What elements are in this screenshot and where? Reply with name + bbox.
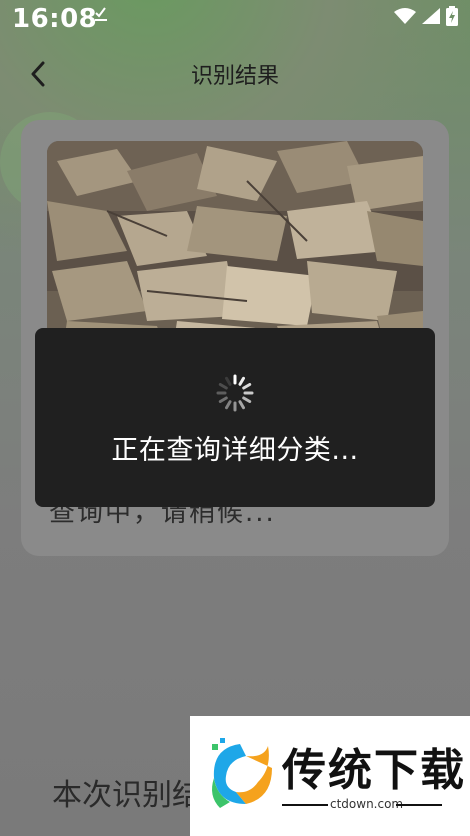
- status-bar: 16:08: [0, 0, 470, 42]
- nav-bar: 识别结果: [0, 48, 470, 98]
- battery-icon: [446, 6, 458, 30]
- recognized-photo: [47, 141, 423, 355]
- page-title: 识别结果: [190, 64, 279, 89]
- app-screen: 16:08 识别结果 查询中，请稍候... 正在查询详细分类... 本次识别结果…: [0, 0, 470, 836]
- loading-message: 正在查询详细分类...: [111, 435, 359, 466]
- download-done-icon: [94, 6, 108, 26]
- brand-logo-icon: [212, 738, 272, 808]
- wifi-icon: [394, 8, 416, 28]
- divider: [396, 804, 442, 806]
- divider: [282, 804, 328, 806]
- status-icons: [394, 6, 458, 30]
- watermark-domain: ctdown.com: [330, 797, 404, 811]
- watermark-brand: 传统下载: [282, 745, 466, 796]
- signal-icon: [422, 8, 440, 28]
- watermark-overlay: 传统下载 ctdown.com: [190, 716, 470, 836]
- loading-dialog: 正在查询详细分类...: [35, 328, 435, 507]
- loading-spinner-icon: [216, 374, 254, 412]
- status-time: 16:08: [12, 4, 98, 34]
